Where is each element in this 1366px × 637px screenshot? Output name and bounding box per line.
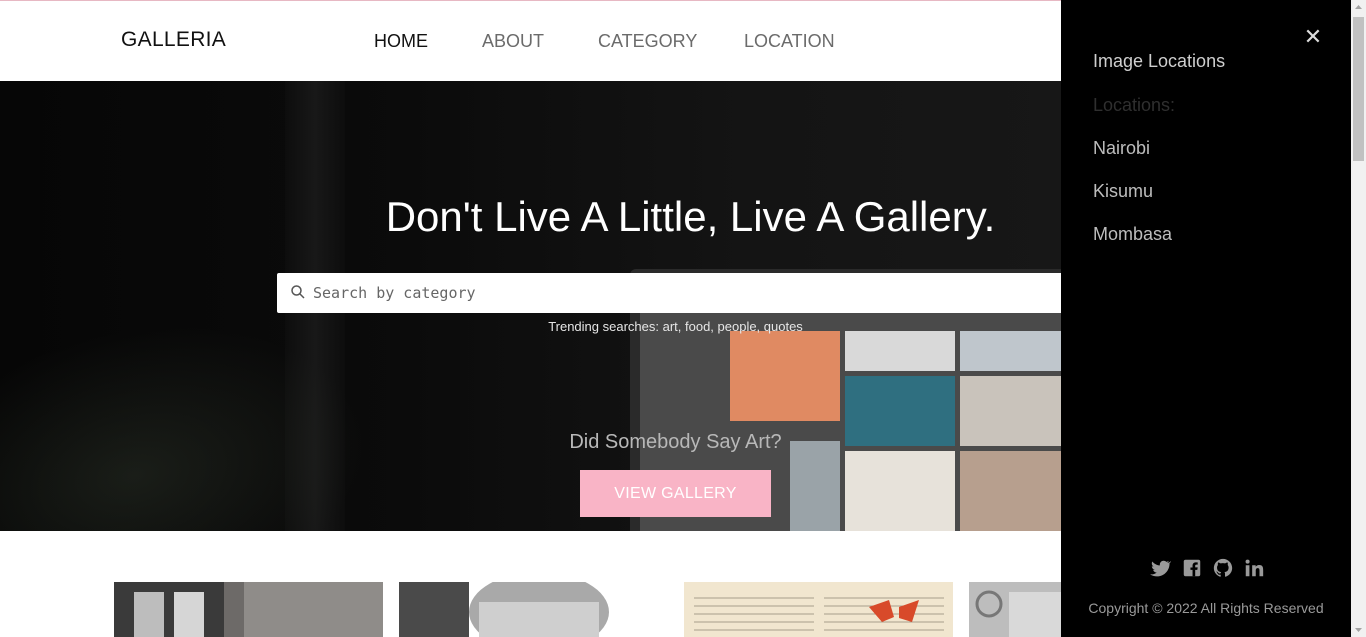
sidebar-item-mombasa[interactable]: Mombasa <box>1093 224 1172 245</box>
gallery-card-image <box>684 582 953 637</box>
sidebar-item-nairobi[interactable]: Nairobi <box>1093 138 1150 159</box>
close-icon[interactable]: ✕ <box>1301 26 1325 50</box>
gallery-card[interactable] <box>399 582 668 637</box>
nav-link-category[interactable]: CATEGORY <box>598 31 697 52</box>
page-scrollbar[interactable] <box>1351 0 1366 637</box>
sidebar-item-kisumu[interactable]: Kisumu <box>1093 181 1153 202</box>
view-gallery-button[interactable]: VIEW GALLERY <box>580 470 771 517</box>
facebook-icon[interactable] <box>1181 557 1203 579</box>
brand-logo[interactable]: GALLERIA <box>121 28 226 52</box>
github-icon[interactable] <box>1212 557 1234 579</box>
copyright-text: Copyright © 2022 All Rights Reserved <box>1088 600 1324 616</box>
search-box <box>277 273 1077 313</box>
gallery-card-image <box>114 582 383 637</box>
nav-link-home[interactable]: HOME <box>374 31 428 52</box>
scroll-up-arrow-icon[interactable] <box>1351 0 1366 15</box>
sidebar-subtitle: Locations: <box>1093 95 1176 115</box>
scroll-down-arrow-icon[interactable] <box>1351 622 1366 637</box>
twitter-icon[interactable] <box>1149 557 1171 579</box>
search-input[interactable] <box>313 273 1073 313</box>
gallery-card[interactable] <box>684 582 953 637</box>
locations-sidebar: ✕ Image Locations Locations: Nairobi Kis… <box>1061 0 1351 637</box>
nav-link-location[interactable]: LOCATION <box>744 31 835 52</box>
scrollbar-thumb[interactable] <box>1353 17 1364 161</box>
sidebar-title: Image Locations <box>1093 51 1226 71</box>
search-icon <box>291 285 305 299</box>
gallery-card[interactable] <box>114 582 383 637</box>
linkedin-icon[interactable] <box>1243 557 1265 579</box>
nav-link-about[interactable]: ABOUT <box>482 31 544 52</box>
gallery-card-image <box>399 582 668 637</box>
